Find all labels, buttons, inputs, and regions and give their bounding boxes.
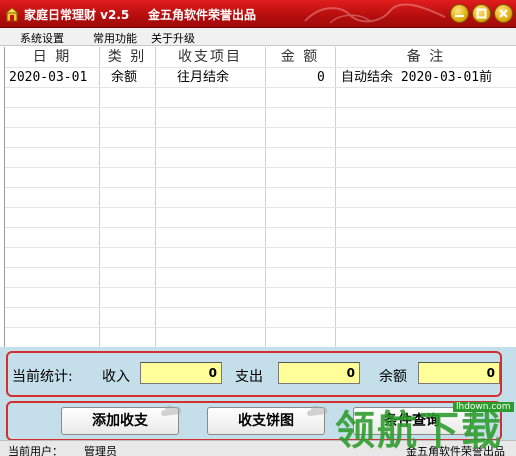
row-divider [5,167,516,168]
watermark: 领航下载 lhdown.com [333,396,516,456]
row-divider [5,227,516,228]
column-header-date[interactable]: 日 期 [5,47,99,67]
row-divider [5,127,516,128]
balance-field: 0 [418,362,500,384]
menu-common-functions[interactable]: 常用功能 [93,30,137,46]
cell-item: 往月结余 [177,70,230,85]
column-divider [265,47,266,347]
window-subtitle: 金五角软件荣誉出品 [148,8,257,22]
cloud-icon [307,405,328,416]
close-icon [499,9,508,18]
add-transaction-button[interactable]: 添加收支 [61,405,182,435]
row-divider [5,307,516,308]
expense-label: 支出 [235,369,263,385]
row-divider [5,107,516,108]
menu-system-settings[interactable]: 系统设置 [20,30,64,46]
cloud-icon [161,405,182,416]
decorative-swirl-icon [304,3,446,24]
column-header-item[interactable]: 收支项目 [155,47,265,67]
row-divider [5,187,516,188]
balance-label: 余额 [379,369,407,385]
row-divider [5,247,516,248]
row-divider [5,287,516,288]
cell-category: 余额 [111,70,138,85]
minimize-icon [455,15,464,17]
pie-chart-label: 收支饼图 [238,413,294,429]
pie-chart-button[interactable]: 收支饼图 [207,405,328,435]
row-divider [5,327,516,328]
current-user-label: 当前用户： [8,445,63,456]
window-title: 家庭日常理财 v2.5 [24,8,130,22]
records-table[interactable]: 日 期 类 别 收支项目 金 额 备 注 2020-03-01 余额 往月结余 … [4,47,516,347]
current-user-value: 管理员 [84,445,117,456]
menu-bar: 系统设置 常用功能 关于升级 [0,28,516,46]
stats-label: 当前统计: [12,369,73,385]
column-header-note[interactable]: 备 注 [335,47,516,67]
app-icon [4,7,20,22]
income-label: 收入 [102,369,130,385]
add-transaction-label: 添加收支 [92,413,148,429]
minimize-button[interactable] [450,4,469,23]
menu-about-upgrade[interactable]: 关于升级 [151,30,195,46]
maximize-icon [476,8,487,19]
column-divider [99,47,100,347]
row-divider [5,267,516,268]
row-divider [5,207,516,208]
title-bar[interactable]: 家庭日常理财 v2.5 金五角软件荣誉出品 [0,0,516,28]
watermark-url: lhdown.com [453,402,514,412]
close-button[interactable] [494,4,513,23]
cell-note: 自动结余 2020-03-01前 [341,70,493,85]
maximize-button[interactable] [472,4,491,23]
column-divider [335,47,336,347]
column-header-category[interactable]: 类 别 [99,47,155,67]
cell-date: 2020-03-01 [9,70,88,85]
column-header-amount[interactable]: 金 额 [265,47,335,67]
row-divider [5,147,516,148]
expense-field: 0 [278,362,360,384]
column-divider [155,47,156,347]
income-field: 0 [140,362,222,384]
cell-amount: 0 [317,70,325,85]
